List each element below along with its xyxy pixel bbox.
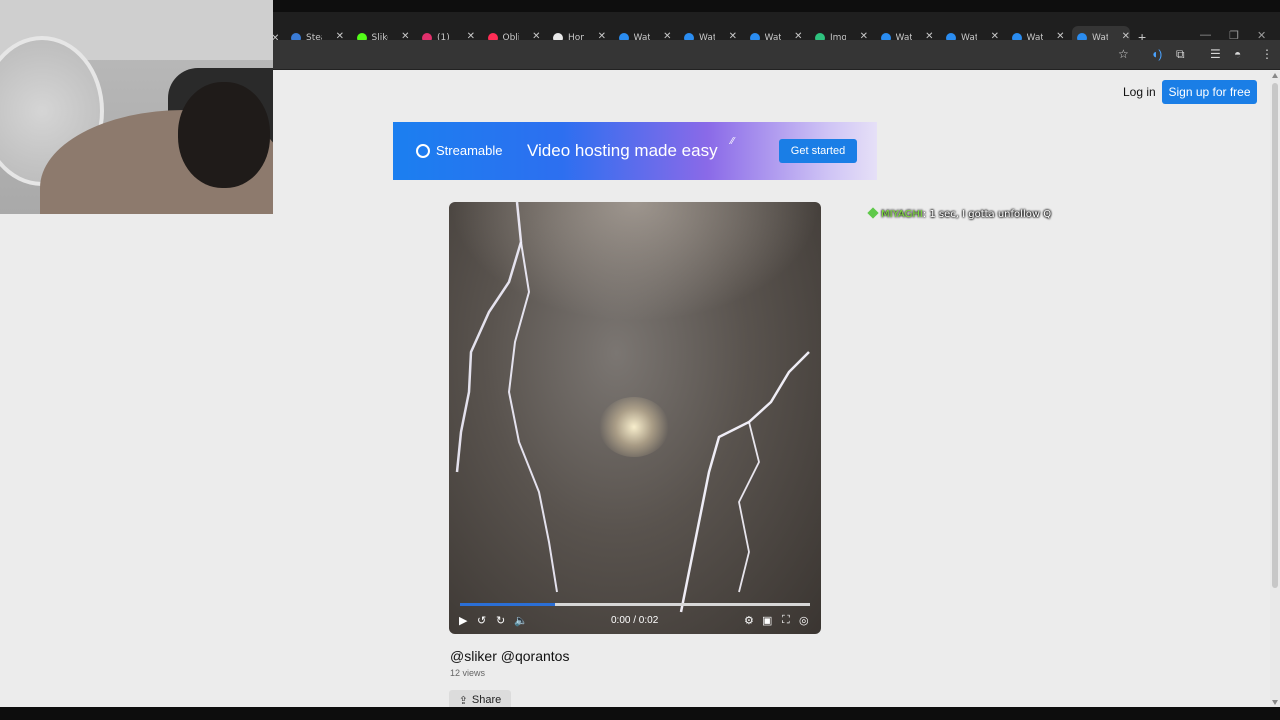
scroll-up-arrow-icon[interactable]: [1272, 73, 1278, 78]
profile-avatar-icon[interactable]: ◓: [1234, 47, 1241, 61]
settings-gear-icon[interactable]: ⚙: [744, 614, 754, 627]
streamable-watermark-icon[interactable]: ◎: [799, 614, 809, 627]
promo-banner[interactable]: Streamable Video hosting made easy ⁄⁄ Ge…: [393, 122, 877, 180]
scroll-down-arrow-icon[interactable]: [1272, 700, 1278, 705]
page-scrollbar[interactable]: [1270, 71, 1280, 707]
video-progress-bar[interactable]: [460, 603, 810, 606]
signup-button[interactable]: Sign up for free: [1162, 80, 1257, 104]
get-started-button[interactable]: Get started: [779, 139, 857, 163]
chat-username: MIYAGHI: [881, 209, 923, 220]
webcam-overlay: [0, 0, 273, 214]
fullscreen-icon[interactable]: ⛶: [782, 614, 790, 627]
chat-badge-icon: [867, 207, 879, 219]
sparkle-icon: ⁄⁄: [731, 136, 735, 147]
chat-message: : 1 sec, I gotta unfollow Q: [922, 209, 1052, 220]
share-button[interactable]: ⇪ Share: [449, 690, 511, 708]
screen: Stea✕Slike✕(1) In✕Obli✕Hom✕Wat✕Wat✕Wat✕I…: [0, 0, 1280, 720]
browser-menu-icon[interactable]: ⋮: [1261, 47, 1273, 61]
view-count: 12 views: [450, 668, 486, 678]
share-icon: ⇪: [458, 695, 468, 707]
banner-tagline: Video hosting made easy: [527, 141, 718, 160]
login-link[interactable]: Log in: [1123, 85, 1156, 99]
video-time: 0:00 / 0:02: [611, 615, 659, 626]
media-control-icon[interactable]: ☰: [1210, 47, 1221, 61]
picture-in-picture-icon[interactable]: ▣: [762, 614, 772, 627]
video-player[interactable]: ▶ ↺ ↻ 🔈 0:00 / 0:02 ⚙ ▣ ⛶ ◎: [449, 202, 821, 634]
extension-audio-icon[interactable]: ◖): [1151, 47, 1162, 61]
forward-icon[interactable]: ↻: [496, 614, 505, 627]
video-progress-fill: [460, 603, 555, 606]
share-label: Share: [471, 694, 502, 706]
lightning-frame: [455, 202, 810, 613]
streamable-logo-icon: [416, 144, 430, 158]
play-icon[interactable]: ▶: [459, 614, 467, 627]
banner-brand: Streamable: [436, 143, 503, 158]
webcam-person-head: [178, 82, 270, 188]
scrollbar-thumb[interactable]: [1272, 83, 1278, 588]
chat-overlay-message: MIYAGHI: 1 sec, I gotta unfollow Q: [867, 207, 1052, 220]
extensions-puzzle-icon[interactable]: ⧉: [1176, 47, 1185, 62]
bookmark-star-icon[interactable]: ☆: [1118, 47, 1129, 61]
video-title: @sliker @qorantos: [450, 648, 570, 664]
rewind-icon[interactable]: ↺: [477, 614, 486, 627]
taskbar-strip: [0, 707, 1280, 720]
volume-icon[interactable]: 🔈: [514, 614, 528, 627]
